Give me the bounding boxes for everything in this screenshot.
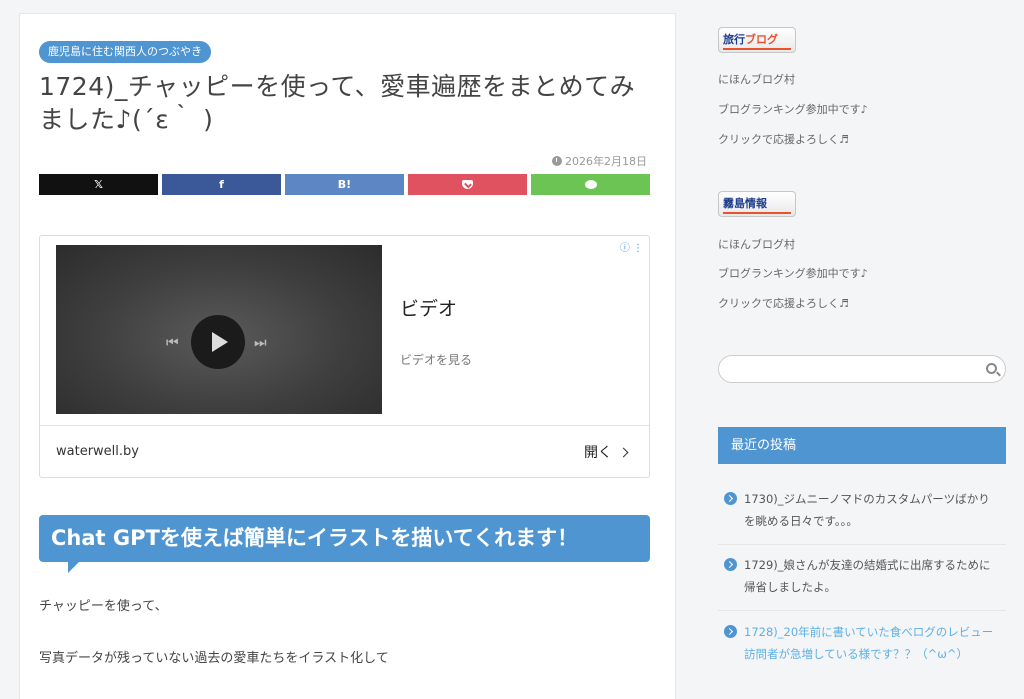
post-date: 2026年2月18日 (552, 153, 647, 169)
post-date-text: 2026年2月18日 (565, 155, 647, 168)
ad-footer: waterwell.by 開く (40, 425, 649, 478)
search-input[interactable] (718, 355, 1006, 383)
recent-post-item[interactable]: 1729)_娘さんが友達の結婚式に出席するために帰省しましたよ。 (718, 554, 1006, 598)
share-buttons: 𝕏 f B! (39, 174, 650, 195)
kirishima-info-banner[interactable]: 霧島情報 (718, 191, 796, 217)
banner-travel-part1: 旅行 (723, 33, 745, 46)
pocket-icon (462, 180, 473, 189)
chevron-right-icon (618, 447, 629, 457)
ad-domain: waterwell.by (56, 444, 139, 459)
share-line-button[interactable] (531, 174, 650, 195)
ad-open-button[interactable]: 開く (584, 442, 629, 462)
ad-subtext: ビデオを見る (400, 353, 473, 367)
divider (718, 610, 1006, 611)
ranking-text-2: ブログランキング参加中です♪ (718, 267, 868, 280)
chevron-circle-icon (724, 558, 737, 571)
play-icon (212, 332, 228, 352)
skip-next-icon: ⏭ (254, 335, 267, 351)
search-icon[interactable] (986, 363, 997, 374)
share-x-button[interactable]: 𝕏 (39, 174, 158, 195)
recent-post-item[interactable]: 1730)_ジムニーノマドのカスタムパーツばかりを眺める日々です。。。 (718, 488, 1006, 532)
banner-stripe (723, 48, 791, 50)
support-text-2: クリックで応援よろしく♬ (718, 297, 849, 310)
line-icon (584, 180, 597, 189)
paragraph-2: 写真データが残っていない過去の愛車たちをイラスト化して (39, 651, 389, 666)
banner-travel-part2: ブログ (745, 33, 778, 46)
ad-unit[interactable]: ⓘ ⋮ ⏮ ⏭ ビデオ ビデオを見る waterwell.by 開く (39, 235, 650, 478)
skip-previous-icon: ⏮ (166, 335, 179, 351)
travel-blog-banner[interactable]: 旅行ブログ (718, 27, 796, 53)
banner-stripe (723, 212, 791, 214)
ad-info-icon[interactable]: ⓘ ⋮ (620, 239, 643, 254)
divider (718, 544, 1006, 545)
banner-kiri-part1: 霧島情報 (723, 197, 767, 210)
recent-post-title: 1729)_娘さんが友達の結婚式に出席するために帰省しましたよ。 (744, 558, 991, 594)
share-pocket-button[interactable] (408, 174, 527, 195)
facebook-icon: f (219, 178, 224, 191)
ad-video-thumbnail[interactable]: ⏮ ⏭ (56, 245, 382, 414)
ad-open-label: 開く (584, 445, 612, 461)
recent-post-item[interactable]: 1728)_20年前に書いていた食べログのレビュー訪問者が急増している様です？？… (718, 621, 1006, 665)
ranking-text-1: ブログランキング参加中です♪ (718, 103, 868, 116)
post-title: 1724)_チャッピーを使って、愛車遍歴をまとめてみました♪(´ε｀ ) (39, 72, 636, 134)
blogmura-link-1[interactable]: にほんブログ村 (718, 71, 795, 87)
share-facebook-button[interactable]: f (162, 174, 281, 195)
category-tag[interactable]: 鹿児島に住む関西人のつぶやき (39, 41, 211, 63)
chevron-circle-icon (724, 625, 737, 638)
main-article-card: 鹿児島に住む関西人のつぶやき 1724)_チャッピーを使って、愛車遍歴をまとめて… (19, 13, 676, 699)
recent-posts-title: 最近の投稿 (718, 427, 1006, 464)
clock-icon (552, 156, 562, 166)
chevron-circle-icon (724, 492, 737, 505)
section-heading: Chat GPTを使えば簡単にイラストを描いてくれます！ (39, 515, 650, 562)
paragraph-1: チャッピーを使って、 (39, 599, 168, 614)
x-icon: 𝕏 (94, 178, 103, 191)
heading-tail (68, 561, 80, 573)
recent-post-title: 1730)_ジムニーノマドのカスタムパーツばかりを眺める日々です。。。 (744, 492, 990, 528)
ad-headline: ビデオ (400, 298, 458, 320)
blogmura-link-2[interactable]: にほんブログ村 (718, 236, 795, 252)
share-hatena-button[interactable]: B! (285, 174, 404, 195)
play-button[interactable] (191, 315, 245, 369)
support-text-1: クリックで応援よろしく♬ (718, 133, 849, 146)
sidebar: 旅行ブログ にほんブログ村 ブログランキング参加中です♪ クリックで応援よろしく… (718, 0, 1008, 699)
recent-post-title: 1728)_20年前に書いていた食べログのレビュー訪問者が急増している様です？？… (744, 625, 994, 661)
hatena-icon: B! (337, 178, 352, 191)
